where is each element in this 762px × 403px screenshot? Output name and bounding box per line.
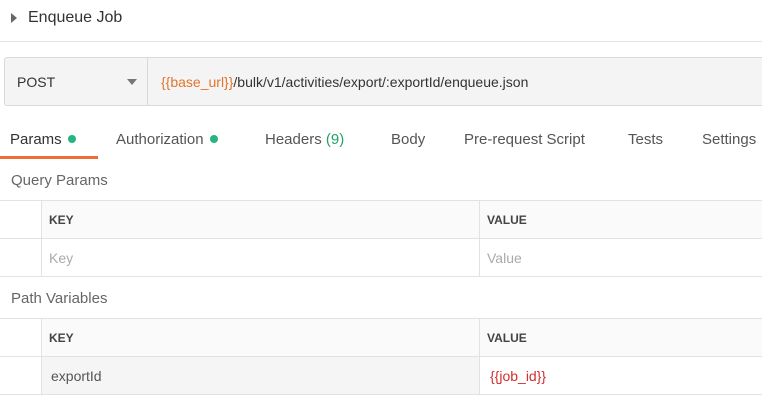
- method-label: POST: [17, 73, 56, 90]
- query-key-input[interactable]: Key: [42, 239, 480, 276]
- table-row: exportId {{job_id}}: [0, 357, 762, 395]
- method-select[interactable]: POST: [4, 57, 147, 106]
- tab-params-label: Params: [10, 131, 62, 148]
- tab-params[interactable]: Params: [10, 120, 76, 160]
- tab-tests[interactable]: Tests: [628, 120, 663, 160]
- row-handle-cell: [0, 319, 42, 356]
- query-params-table: KEY VALUE Key Value: [0, 200, 762, 277]
- header-value: VALUE: [487, 330, 527, 345]
- table-header-row: KEY VALUE: [0, 319, 762, 357]
- table-row: Key Value: [0, 239, 762, 277]
- tab-settings-label: Settings: [702, 131, 757, 148]
- path-variables-label: Path Variables: [11, 290, 108, 307]
- request-title-bar: Enqueue Job: [0, 0, 762, 42]
- tab-tests-label: Tests: [628, 131, 664, 148]
- header-key: KEY: [42, 201, 480, 238]
- row-handle-cell: [0, 357, 42, 394]
- tab-body[interactable]: Body: [391, 120, 425, 160]
- green-dot-icon: [67, 135, 76, 143]
- path-variable-key: exportId: [42, 357, 480, 394]
- chevron-down-icon: [127, 78, 137, 85]
- table-header-row: KEY VALUE: [0, 201, 762, 239]
- row-handle-cell: [0, 201, 42, 238]
- tab-authorization-label: Authorization: [116, 131, 204, 148]
- header-value: VALUE: [487, 212, 527, 227]
- expand-caret-icon[interactable]: [11, 12, 17, 23]
- tab-pre-request-script[interactable]: Pre-request Script: [464, 120, 585, 160]
- tab-headers-label: Headers: [265, 131, 322, 148]
- path-variable-value[interactable]: {{job_id}}: [480, 357, 762, 394]
- url-input[interactable]: {{base_url}}/bulk/v1/activities/export/:…: [147, 57, 762, 106]
- tab-body-label: Body: [391, 131, 426, 148]
- tab-pre-request-script-label: Pre-request Script: [464, 131, 585, 148]
- path-variables-table: KEY VALUE exportId {{job_id}}: [0, 318, 762, 395]
- tab-authorization[interactable]: Authorization: [116, 120, 218, 160]
- tab-settings[interactable]: Settings: [702, 120, 756, 160]
- query-value-input[interactable]: Value: [480, 239, 762, 276]
- row-handle-cell: [0, 239, 42, 276]
- tab-headers[interactable]: Headers (9): [265, 120, 344, 160]
- header-key: KEY: [42, 319, 480, 356]
- green-dot-icon: [209, 135, 218, 143]
- active-tab-underline: [0, 156, 98, 159]
- request-tabs: Params Authorization Headers (9) Body Pr…: [0, 120, 762, 160]
- url-variable: {{base_url}}: [161, 73, 234, 90]
- url-path: /bulk/v1/activities/export/:exportId/enq…: [233, 73, 529, 90]
- url-bar: POST {{base_url}}/bulk/v1/activities/exp…: [4, 57, 762, 106]
- query-params-label: Query Params: [11, 172, 108, 189]
- request-name[interactable]: Enqueue Job: [28, 9, 122, 27]
- tab-headers-count: (9): [325, 131, 345, 148]
